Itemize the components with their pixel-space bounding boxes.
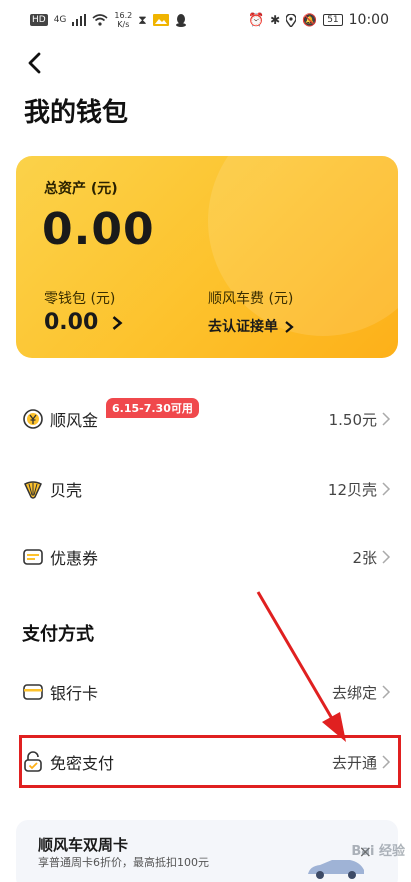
list-item-shell[interactable]: 贝壳 12贝壳 xyxy=(0,464,411,514)
bluetooth-icon: ✱ xyxy=(270,13,281,27)
chevron-right-icon xyxy=(112,316,123,330)
status-bar: HD 4G 16.2 K/s ⧗ ⏰ ✱ 🔕 51 10:00 xyxy=(0,0,411,40)
coupon-icon xyxy=(23,549,43,565)
status-left: HD 4G 16.2 K/s ⧗ xyxy=(30,11,187,29)
row-value: 2张 xyxy=(352,548,377,567)
promo-subtitle: 享普通周卡6折价，最高抵扣100元 xyxy=(38,856,209,869)
list-item-shunfengjin[interactable]: 顺风金 6.15-7.30可用 1.50元 xyxy=(0,394,411,444)
payment-item-bank-card[interactable]: 银行卡 去绑定 xyxy=(0,667,411,717)
total-assets-value: 0.00 xyxy=(42,204,155,255)
chevron-right-icon xyxy=(382,550,391,564)
alarm-icon: ⏰ xyxy=(247,12,265,28)
row-value: 去绑定 xyxy=(331,683,377,702)
promo-title: 顺风车双周卡 xyxy=(38,836,129,854)
chevron-right-icon xyxy=(285,321,294,333)
payment-section-title: 支付方式 xyxy=(22,624,94,645)
chevron-right-icon xyxy=(382,412,391,426)
change-wallet-value-link[interactable]: 0.00 xyxy=(44,310,124,335)
wifi-icon xyxy=(92,14,108,26)
row-label: 顺风金 xyxy=(50,411,99,430)
row-label: 贝壳 xyxy=(50,481,83,500)
promo-card[interactable]: 顺风车双周卡 享普通周卡6折价，最高抵扣100元 × xyxy=(16,820,398,882)
image-notification-icon xyxy=(152,14,169,26)
shell-icon xyxy=(24,481,42,499)
asset-card: 总资产 (元) 0.00 零钱包 (元) 0.00 顺风车费 (元) 去认证接单 xyxy=(16,156,398,358)
verify-accept-text: 去认证接单 xyxy=(208,319,278,335)
page-title: 我的钱包 xyxy=(24,98,129,128)
date-badge: 6.15-7.30可用 xyxy=(106,398,199,418)
hd-badge: HD xyxy=(30,14,48,26)
card-decoration xyxy=(208,156,398,336)
qq-icon xyxy=(175,13,186,27)
battery-icon: 51 xyxy=(323,14,343,26)
highlight-box xyxy=(19,735,401,788)
back-arrow-icon[interactable] xyxy=(22,50,48,76)
chevron-right-icon xyxy=(382,685,391,699)
list-item-coupon[interactable]: 优惠券 2张 xyxy=(0,532,411,582)
status-right: ⏰ ✱ 🔕 51 10:00 xyxy=(248,12,389,28)
ride-fee-label: 顺风车费 (元) xyxy=(208,291,294,307)
change-wallet-value: 0.00 xyxy=(44,310,99,335)
row-value: 12贝壳 xyxy=(327,480,377,499)
signal-icon xyxy=(72,14,87,26)
location-icon xyxy=(286,13,297,27)
clock: 10:00 xyxy=(348,12,389,28)
mute-icon: 🔕 xyxy=(302,13,318,27)
network-label: 4G xyxy=(53,15,67,25)
chevron-right-icon xyxy=(382,482,391,496)
hourglass-icon: ⧗ xyxy=(138,12,147,27)
bank-card-icon xyxy=(23,684,43,700)
net-speed: 16.2 K/s xyxy=(114,11,132,29)
total-assets-label: 总资产 (元) xyxy=(44,181,118,197)
verify-accept-link[interactable]: 去认证接单 xyxy=(208,316,295,336)
row-value: 1.50元 xyxy=(328,410,377,429)
row-label: 优惠券 xyxy=(50,549,99,568)
yen-coin-icon xyxy=(23,409,43,429)
row-label: 银行卡 xyxy=(50,684,99,703)
change-wallet-label: 零钱包 (元) xyxy=(44,291,116,307)
net-speed-unit: K/s xyxy=(117,20,130,29)
watermark: Bai 经验 xyxy=(351,844,405,859)
net-speed-value: 16.2 xyxy=(114,11,133,20)
